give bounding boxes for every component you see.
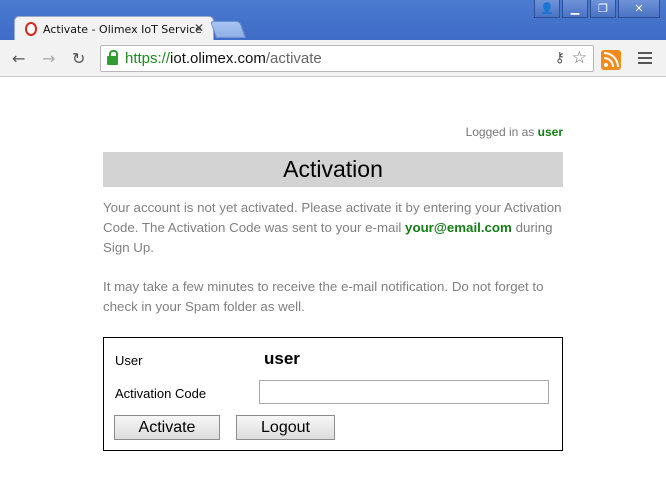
back-arrow-icon[interactable]: ←: [12, 49, 25, 68]
user-value: user: [264, 349, 300, 368]
activation-code-label: Activation Code: [115, 386, 207, 401]
url-text: https://iot.olimex.com/activate: [125, 50, 322, 67]
logged-in-status: Logged in as user: [465, 125, 563, 139]
key-icon[interactable]: ⚷: [555, 50, 565, 66]
activation-code-input[interactable]: [259, 380, 549, 404]
activation-form: User user Activation Code Activate Logou…: [103, 337, 563, 451]
reload-icon[interactable]: ↻: [72, 49, 85, 68]
bookmark-star-icon[interactable]: ☆: [572, 48, 587, 68]
tab-close-icon[interactable]: ✕: [194, 21, 204, 35]
user-label: User: [115, 353, 143, 368]
logout-button[interactable]: Logout: [236, 415, 335, 440]
browser-tab[interactable]: Activate - Olimex IoT Service ✕: [14, 16, 214, 41]
spam-notice-text: It may take a few minutes to receive the…: [103, 279, 544, 314]
window-controls: 👤 ▁ ❐ ✕: [534, 0, 660, 18]
email-address: your@email.com: [405, 220, 512, 235]
close-icon[interactable]: ✕: [618, 0, 660, 18]
browser-titlebar: Activate - Olimex IoT Service ✕ 👤 ▁ ❐ ✕: [0, 0, 666, 41]
browser-toolbar: ← → ↻ https://iot.olimex.com/activate ⚷ …: [0, 40, 666, 77]
tab-title: Activate - Olimex IoT Service: [43, 22, 202, 36]
activation-info-text: Your account is not yet activated. Pleas…: [103, 200, 562, 255]
address-bar[interactable]: https://iot.olimex.com/activate ⚷ ☆: [100, 45, 594, 72]
hamburger-menu-icon[interactable]: [638, 52, 652, 67]
logged-in-username: user: [537, 125, 563, 139]
activate-button[interactable]: Activate: [114, 415, 220, 440]
olimex-favicon-icon: [25, 22, 37, 36]
user-icon[interactable]: 👤: [534, 0, 560, 18]
page-title: Activation: [103, 152, 563, 187]
new-tab-button[interactable]: [209, 21, 247, 38]
maximize-icon[interactable]: ❐: [590, 0, 616, 18]
rss-icon[interactable]: [601, 50, 621, 70]
lock-icon: [107, 50, 118, 65]
minimize-icon[interactable]: ▁: [562, 0, 588, 18]
forward-arrow-icon[interactable]: →: [42, 49, 55, 68]
